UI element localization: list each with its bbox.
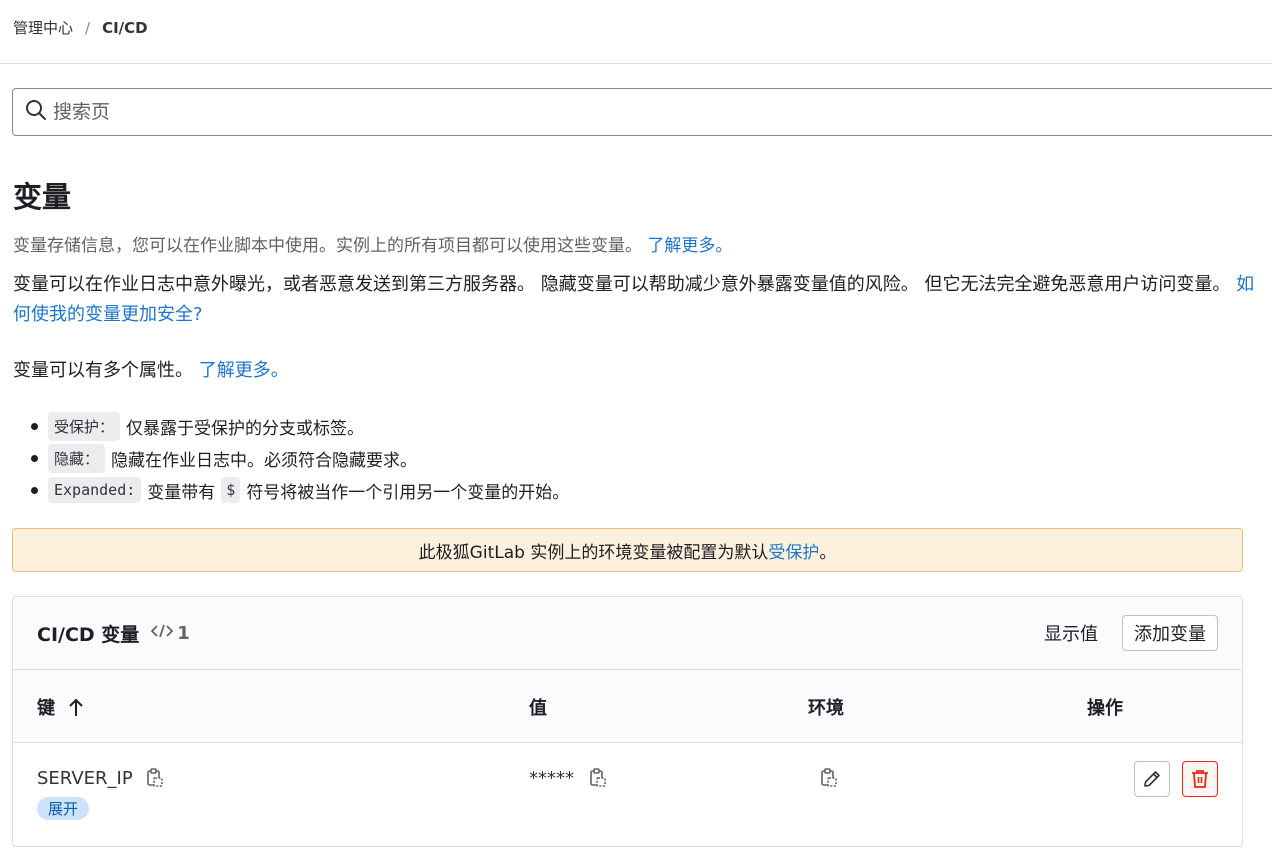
attributes-intro-text: 变量可以有多个属性。 [13,360,193,381]
search-box[interactable] [12,88,1272,136]
attribute-desc-expanded-after: 符号将被当作一个引用另一个变量的开始。 [246,482,570,503]
variables-count-value: 1 [177,622,190,644]
edit-variable-button[interactable] [1134,761,1170,797]
variables-count: 1 [151,623,190,644]
attributes-learn-more-link[interactable]: 了解更多。 [199,360,289,381]
expanded-badge: 展开 [37,797,90,820]
trash-icon [1190,768,1210,790]
add-variable-button[interactable]: 添加变量 [1122,615,1218,651]
pencil-icon [1142,769,1162,789]
breadcrumb-separator: / [85,18,91,37]
attributes-list: 受保护： 仅暴露于受保护的分支或标签。 隐藏： 隐藏在作业日志中。必须符合隐藏要… [30,410,570,506]
page-title: 变量 [13,180,72,214]
column-key-label: 键 [37,698,55,719]
table-header: 键 值 环境 操作 [13,670,1242,743]
variable-value-masked: ***** [529,767,574,789]
security-note-text: 变量可以在作业日志中意外曝光，或者恶意发送到第三方服务器。 隐藏变量可以帮助减少… [13,274,1231,295]
column-environment: 环境 [808,698,844,719]
reveal-values-button[interactable]: 显示值 [1044,620,1098,646]
breadcrumb-current: CI/CD [102,18,148,37]
copy-environment-icon[interactable] [819,767,839,789]
attribute-code-expanded: Expanded: [48,477,142,503]
variables-intro-text: 变量存储信息，您可以在作业脚本中使用。实例上的所有项目都可以使用这些变量。 [13,236,642,256]
environment-cell [819,767,839,793]
list-item: 受保护： 仅暴露于受保护的分支或标签。 [30,410,569,442]
column-value: 值 [529,698,547,719]
breadcrumb: 管理中心 / CI/CD [13,17,148,38]
security-note: 变量可以在作业日志中意外曝光，或者恶意发送到第三方服务器。 隐藏变量可以帮助减少… [13,270,1258,330]
code-icon [151,623,177,644]
variables-intro: 变量存储信息，您可以在作业脚本中使用。实例上的所有项目都可以使用这些变量。 了解… [13,231,732,256]
attribute-desc-protected: 仅暴露于受保护的分支或标签。 [126,418,365,439]
header-divider [0,63,1272,64]
list-item: 隐藏： 隐藏在作业日志中。必须符合隐藏要求。 [30,442,569,474]
card-header: CI/CD 变量 1 显示值 添加变量 [13,597,1242,670]
column-key[interactable]: 键 [37,694,83,720]
search-icon [25,99,47,125]
attribute-code-protected: 受保护： [48,411,121,441]
card-actions: 显示值 添加变量 [1044,615,1218,651]
list-item: Expanded: 变量带有 $ 符号将被当作一个引用另一个变量的开始。 [30,474,570,506]
alert-suffix: 。 [819,542,837,563]
attributes-intro: 变量可以有多个属性。 了解更多。 [13,356,289,382]
attribute-desc-expanded-before: 变量带有 [147,482,216,503]
alert-protected-link[interactable]: 受保护 [768,538,819,563]
learn-more-link[interactable]: 了解更多。 [647,236,732,256]
value-cell: ***** [529,767,608,789]
variables-card: CI/CD 变量 1 显示值 添加变量 键 值 环境 操作 SERVER_IP [12,596,1243,847]
card-title: CI/CD 变量 [37,623,140,646]
table-row: SERVER_IP 展开 ***** [13,743,1242,846]
protected-default-alert: 此极狐GitLab 实例上的环境变量被配置为默认 受保护。 [12,528,1243,572]
delete-variable-button[interactable] [1182,761,1218,797]
breadcrumb-admin-link[interactable]: 管理中心 [13,17,73,38]
attribute-desc-masked: 隐藏在作业日志中。必须符合隐藏要求。 [111,450,418,471]
variable-key: SERVER_IP [37,767,133,789]
copy-key-icon[interactable] [145,767,165,789]
copy-value-icon[interactable] [588,767,608,789]
badge-cell: 展开 [37,797,90,820]
dollar-code: $ [221,477,241,503]
sort-arrow-up-icon [69,697,83,717]
search-input[interactable] [53,101,953,123]
key-cell: SERVER_IP [37,767,165,789]
actions-cell [1134,761,1218,797]
column-actions: 操作 [1087,698,1123,719]
alert-text: 此极狐GitLab 实例上的环境变量被配置为默认 [418,542,769,563]
attribute-code-masked: 隐藏： [48,443,106,473]
